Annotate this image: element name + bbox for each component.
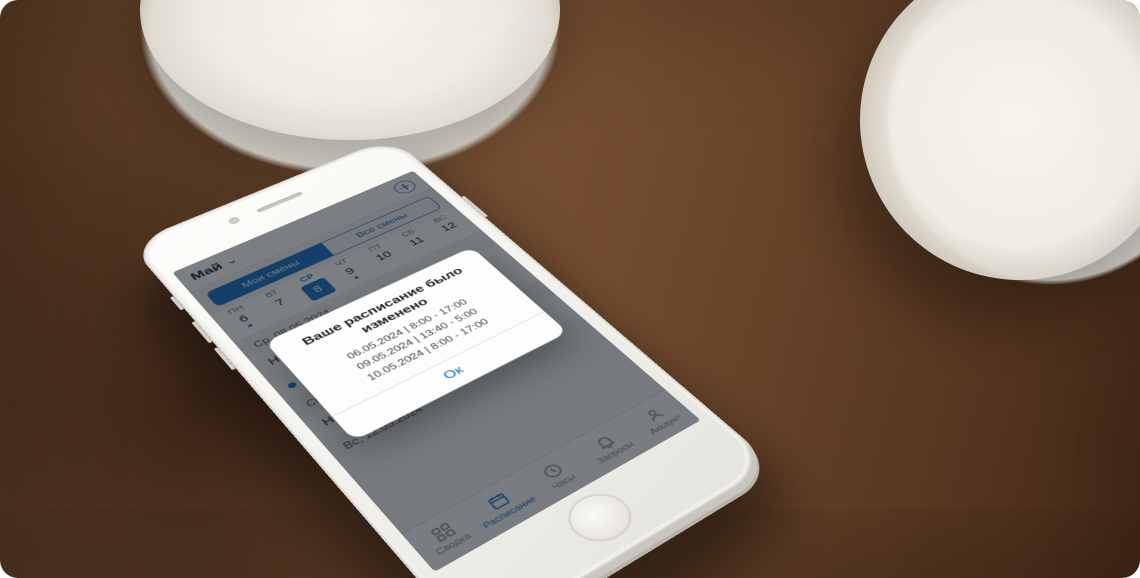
- app-screen: Май ⌄ Мои смены Все смены ПН: [172, 171, 700, 572]
- tab-requests[interactable]: Запросы: [566, 416, 651, 477]
- person-icon: [640, 404, 670, 425]
- tab-label: Аккаунт: [647, 413, 684, 436]
- earpiece: [256, 191, 304, 213]
- tab-label: Расписание: [481, 495, 539, 531]
- tab-label: Сводка: [434, 531, 473, 557]
- calendar-icon: [484, 489, 515, 512]
- tab-label: Запросы: [595, 440, 637, 466]
- tab-summary[interactable]: Сводка: [402, 503, 492, 572]
- grid-icon: [427, 520, 459, 544]
- photo-scene: Май ⌄ Мои смены Все смены ПН: [0, 0, 1140, 578]
- bell-icon: [590, 431, 620, 453]
- tab-label: Часы: [550, 473, 579, 492]
- clock-icon: [538, 460, 569, 483]
- tab-account[interactable]: Аккаунт: [617, 390, 701, 449]
- iphone-device: Май ⌄ Мои смены Все смены ПН: [129, 137, 773, 578]
- power-button: [461, 196, 488, 218]
- tab-schedule[interactable]: Расписание: [459, 473, 548, 539]
- front-camera: [227, 216, 242, 225]
